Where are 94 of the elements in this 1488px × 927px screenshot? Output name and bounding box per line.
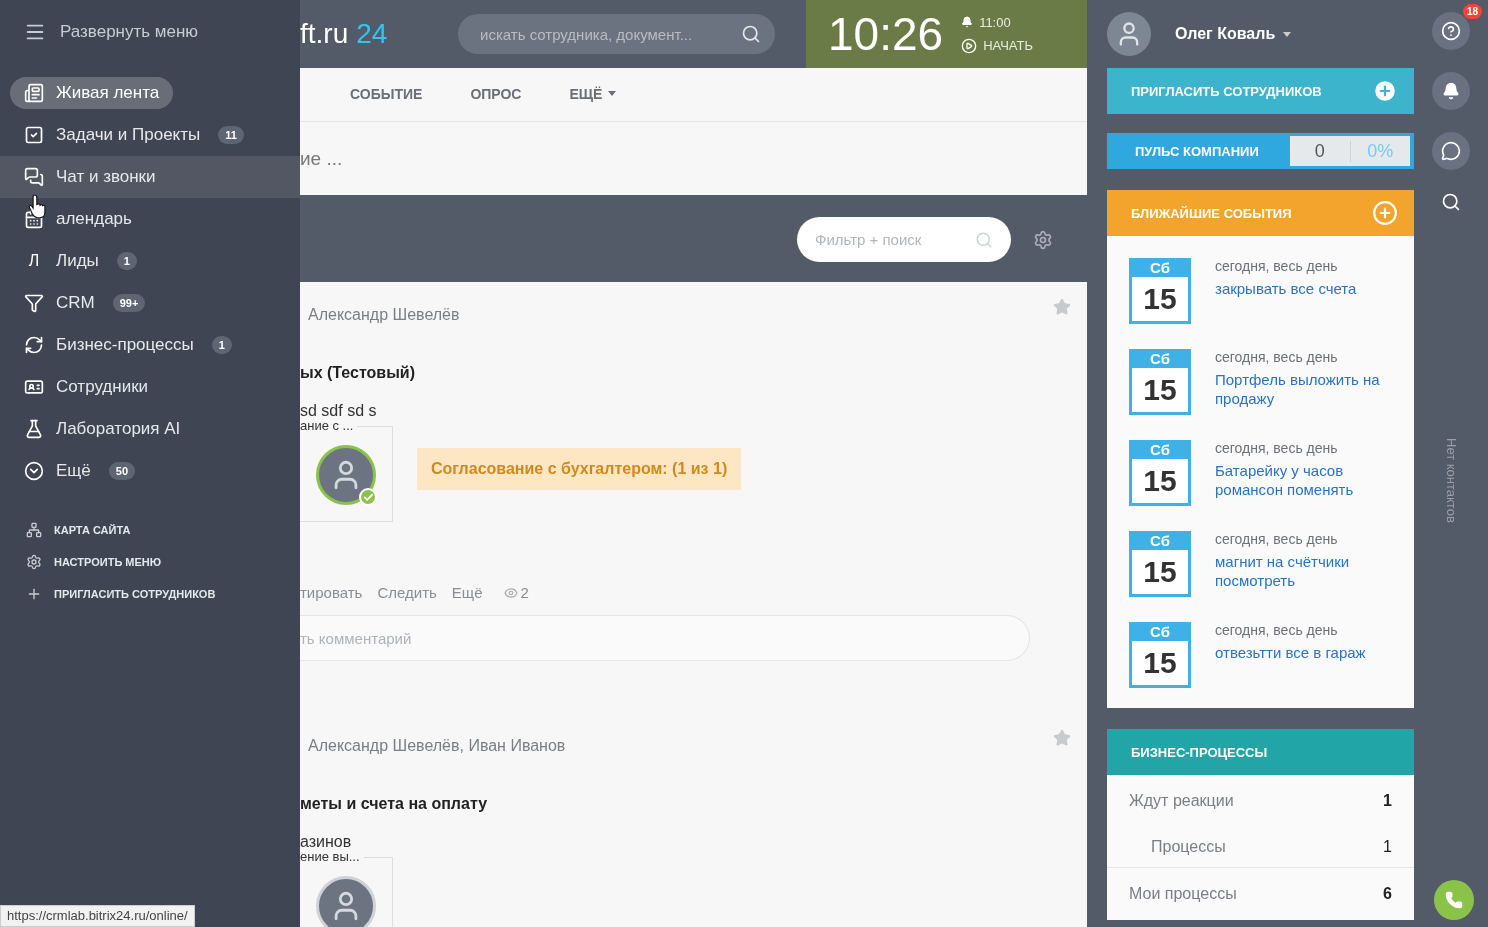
plus-circle-icon xyxy=(1372,78,1398,104)
post-title: ых (Тестовый) xyxy=(300,364,416,382)
caret-icon xyxy=(1283,31,1292,37)
calendar-date: Сб 15 xyxy=(1129,258,1191,324)
star-icon[interactable] xyxy=(1053,298,1071,316)
notification-badge: 18 xyxy=(1462,4,1482,19)
bell-icon xyxy=(1442,82,1460,100)
user-menu-button[interactable]: Олег Коваль xyxy=(1169,24,1298,44)
business-processes-title: БИЗНЕС-ПРОЦЕССЫ xyxy=(1131,744,1268,760)
network-icon xyxy=(26,522,42,538)
phone-icon xyxy=(1445,891,1463,909)
search-field[interactable]: искать сотрудника, документ... xyxy=(458,14,775,54)
post-action-link[interactable]: Следить xyxy=(377,584,437,601)
letter-icon: Л xyxy=(24,251,44,271)
post-text: sd sdf sd s xyxy=(300,402,378,420)
clock-time: 10:26 xyxy=(828,7,944,61)
calendar-date: Сб 15 xyxy=(1129,622,1191,688)
user-avatar xyxy=(1107,12,1151,56)
menu-item[interactable]: CRM 99+ xyxy=(10,287,160,319)
view-count: 2 xyxy=(503,584,529,601)
chat-icon xyxy=(1441,141,1461,161)
contacts-label: Нет контактов xyxy=(1443,438,1459,523)
filter-icon xyxy=(24,293,44,313)
post-action-link[interactable]: Ещё xyxy=(451,584,483,601)
events-title: БЛИЖАЙШИЕ СОБЫТИЯ xyxy=(1131,205,1292,221)
post-recipients: Александр Шевелёв xyxy=(307,306,461,324)
refresh-icon xyxy=(24,335,44,355)
menu-item[interactable]: Бизнес-процессы 1 xyxy=(10,329,246,361)
event-time: сегодня, весь день xyxy=(1215,349,1339,365)
search-icon[interactable] xyxy=(741,24,761,44)
process-row[interactable]: Процессы 1 xyxy=(1107,827,1414,867)
chevron-circle-icon xyxy=(24,461,44,481)
composer-tab[interactable]: ЕЩЁ xyxy=(569,81,617,108)
alarm-time: 11:00 xyxy=(961,14,1033,30)
menu-item[interactable]: Задачи и Проекты 11 xyxy=(10,119,258,151)
menu-item[interactable]: Живая лента xyxy=(10,77,174,109)
newspaper-icon xyxy=(24,83,44,103)
event-link[interactable]: магнит на счётчики посмотреть xyxy=(1215,552,1398,590)
caret-icon xyxy=(608,91,617,96)
checkbox-icon xyxy=(24,125,44,145)
flask-icon xyxy=(24,419,44,439)
chat-bubbles-icon xyxy=(24,167,44,187)
calendar-date: Сб 15 xyxy=(1129,440,1191,506)
composer-tab[interactable]: СОБЫТИЕ xyxy=(350,81,423,108)
notifications-button[interactable] xyxy=(1432,72,1470,110)
menu-link[interactable]: НАСТРОИТЬ МЕНЮ xyxy=(26,554,274,570)
logo: ft.ru 24 xyxy=(300,18,389,50)
search-icon[interactable] xyxy=(1441,192,1461,212)
pulse-percent: 0% xyxy=(1349,140,1410,162)
menu-item[interactable]: Лаборатория AI xyxy=(10,413,195,445)
post-recipients: Александр Шевелёв, Иван Иванов xyxy=(307,737,567,755)
bell-icon xyxy=(961,16,974,28)
help-icon xyxy=(1441,21,1461,41)
menu-item[interactable]: Л Лиды 1 xyxy=(10,245,151,277)
menu-item[interactable]: Чат и звонки xyxy=(10,161,170,193)
message-field[interactable]: ие ... xyxy=(300,122,1087,195)
phone-button[interactable] xyxy=(1434,880,1474,920)
event-link[interactable]: закрывать все счета xyxy=(1215,279,1357,298)
event-time: сегодня, весь день xyxy=(1215,622,1339,638)
expand-menu-button[interactable]: Развернуть меню xyxy=(0,12,300,52)
calendar-date: Сб 15 xyxy=(1129,349,1191,415)
process-row[interactable]: Мои процессы 6 xyxy=(1107,868,1414,920)
start-button[interactable]: НАЧАТЬ xyxy=(961,37,1033,54)
eye-icon xyxy=(503,585,518,600)
chat-button[interactable] xyxy=(1432,132,1470,170)
star-icon[interactable] xyxy=(1053,729,1071,747)
event-link[interactable]: отвезьтти все в гараж xyxy=(1215,643,1366,662)
id-card-icon xyxy=(24,377,44,397)
pulse-label: ПУЛЬС КОМПАНИИ xyxy=(1135,143,1260,159)
menu-item[interactable]: Сотрудники xyxy=(10,371,163,403)
settings-icon xyxy=(26,554,42,570)
menu-link[interactable]: ПРИГЛАСИТЬ СОТРУДНИКОВ xyxy=(26,586,274,602)
event-link[interactable]: Батарейку у часов романсон поменять xyxy=(1215,461,1398,499)
post-text: азинов xyxy=(300,833,353,851)
composer-tab[interactable]: ОПРОС xyxy=(470,81,522,108)
status-url: https://crmlab.bitrix24.ru/online/ xyxy=(0,905,195,927)
event-link[interactable]: Портфель выложить на продажу xyxy=(1215,370,1398,408)
plus-icon xyxy=(26,586,42,602)
approval-status: Согласование с бухгалтером: (1 из 1) xyxy=(417,448,742,490)
comment-field[interactable]: ть комментарий xyxy=(300,615,1030,661)
play-icon xyxy=(961,37,978,54)
menu-item[interactable]: Ещё 50 xyxy=(10,455,150,487)
process-row[interactable]: Ждут реакции 1 xyxy=(1107,775,1414,827)
menu-link[interactable]: КАРТА САЙТА xyxy=(26,522,274,538)
add-icon[interactable] xyxy=(1372,200,1398,226)
filter-search-field[interactable]: Фильтр + поиск xyxy=(797,217,1011,262)
pulse-count: 0 xyxy=(1313,140,1326,162)
event-time: сегодня, весь день xyxy=(1215,440,1339,456)
event-time: сегодня, весь день xyxy=(1215,531,1339,547)
settings-icon[interactable] xyxy=(1033,229,1053,250)
event-time: сегодня, весь день xyxy=(1215,258,1339,274)
post-action-link[interactable]: тировать xyxy=(300,584,363,601)
post-title: меты и счета на оплату xyxy=(300,795,489,813)
calendar-date: Сб 15 xyxy=(1129,531,1191,597)
